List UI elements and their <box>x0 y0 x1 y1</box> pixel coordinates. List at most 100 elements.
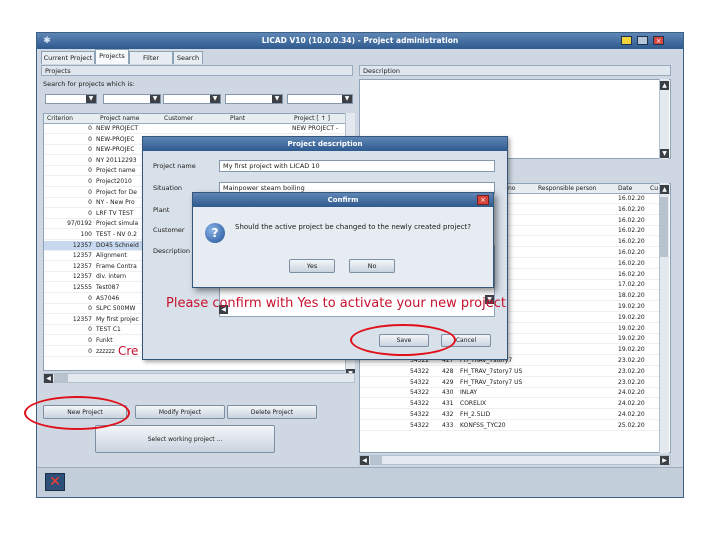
delete-project-button[interactable]: Delete Project <box>227 405 317 419</box>
project-name-field[interactable]: My first project with LICAD 10 <box>219 160 495 172</box>
table-cell: 16.02.20 <box>618 238 645 246</box>
table-cell: 12357 <box>72 252 92 260</box>
column-header[interactable]: Customer <box>164 114 204 124</box>
table-row[interactable]: 54322 430 INLAY 24.02.20 <box>360 388 670 399</box>
filter-combo-4[interactable]: ▼ <box>225 94 283 104</box>
table-cell: 0 <box>88 294 92 302</box>
scroll-up-icon[interactable]: ▲ <box>660 185 669 194</box>
minimize-button[interactable] <box>621 36 632 45</box>
tab-search[interactable]: Search <box>173 51 203 64</box>
table-cell: NEW PROJECT <box>96 125 139 132</box>
table-cell: 17.02.20 <box>618 281 645 289</box>
table-cell: 0 <box>88 167 92 175</box>
table-cell: 54322 <box>410 400 430 408</box>
save-highlight-ring <box>350 324 456 356</box>
confirm-annotation: Please confirm with Yes to activate your… <box>166 296 506 311</box>
description-label: Description <box>153 247 191 255</box>
project-name-label: Project name <box>153 162 196 170</box>
close-icon[interactable]: × <box>477 195 489 205</box>
table-cell: 0 <box>88 135 92 143</box>
scroll-thumb[interactable] <box>660 197 668 257</box>
chevron-down-icon: ▼ <box>342 95 352 103</box>
scroll-left-icon[interactable]: ◀ <box>44 374 53 383</box>
table-cell: 0 <box>88 337 92 344</box>
table-cell: 0 <box>88 125 92 132</box>
description-scrollbar[interactable]: ▲ ▼ <box>659 79 669 159</box>
table-cell: CORELIX <box>460 400 487 408</box>
table-cell: 54322 <box>410 389 430 397</box>
table-cell: 54322 <box>410 367 430 375</box>
table-cell: 12357 <box>72 315 92 323</box>
table-cell: 12357 <box>72 241 92 249</box>
scroll-left-icon[interactable]: ◀ <box>360 456 369 465</box>
table-cell: 97/0192 <box>67 220 92 228</box>
no-button[interactable]: No <box>349 259 395 273</box>
table-cell: 12357 <box>72 262 92 270</box>
description-panel-header: Description <box>359 65 671 76</box>
table-cell: 19.02.20 <box>618 303 645 310</box>
table-cell: 0 <box>88 326 92 334</box>
table-row[interactable]: 0 NEW PROJECT NEW PROJECT - <box>44 124 354 134</box>
projects-panel-header: Projects <box>41 65 353 76</box>
question-icon: ? <box>205 223 225 243</box>
table-cell: 0 <box>88 347 92 355</box>
table-row[interactable]: 54322 433 KONFSS_TYC20 25.02.20 <box>360 421 670 431</box>
chevron-down-icon: ▼ <box>150 95 160 103</box>
yes-button[interactable]: Yes <box>289 259 335 273</box>
table-cell: 12555 <box>72 284 92 291</box>
table-cell: 16.02.20 <box>618 216 645 224</box>
bottom-bar <box>37 467 683 497</box>
scroll-thumb[interactable] <box>370 456 382 464</box>
column-header[interactable]: no <box>508 184 528 194</box>
table-row[interactable]: 54322 429 FH_TRAV_7story7 US 23.02.20 <box>360 378 670 388</box>
exit-icon[interactable]: ✕ <box>45 473 65 491</box>
new-project-highlight-ring <box>24 396 130 430</box>
column-header[interactable]: Date <box>618 184 648 194</box>
table-cell: 428 <box>442 367 454 375</box>
customer-label: Customer <box>153 226 185 234</box>
table-cell: 24.02.20 <box>618 400 645 408</box>
create-annotation: Cre <box>118 344 139 358</box>
maximize-button[interactable] <box>637 36 648 45</box>
table-cell: 54322 <box>410 421 430 429</box>
tab-projects[interactable]: Projects <box>95 49 129 64</box>
table-cell: 100 <box>80 231 92 238</box>
details-grid-scrollbar[interactable]: ▲ <box>659 183 669 453</box>
plant-label: Plant <box>153 206 170 214</box>
filter-combo-1[interactable]: ▼ <box>45 94 97 104</box>
table-cell: 19.02.20 <box>618 335 645 343</box>
confirm-dialog: Confirm × ? Should the active project be… <box>192 192 494 288</box>
window-title: LICAD V10 (10.0.0.34) - Project administ… <box>37 33 683 49</box>
table-row[interactable]: 54322 431 CORELIX 24.02.20 <box>360 399 670 410</box>
tab-filter-options[interactable]: Filter options <box>129 51 173 74</box>
table-cell: 430 <box>442 389 454 397</box>
scroll-right-icon[interactable]: ▶ <box>660 456 669 465</box>
column-header[interactable]: Plant <box>230 114 270 124</box>
table-cell: 431 <box>442 400 454 408</box>
scroll-down-icon[interactable]: ▼ <box>660 149 669 158</box>
projects-grid-hscrollbar[interactable]: ◀ <box>43 373 355 383</box>
filter-combo-2[interactable]: ▼ <box>103 94 161 104</box>
column-header[interactable]: Responsible person <box>538 184 608 194</box>
table-cell: 16.02.20 <box>618 249 645 256</box>
table-cell: 54322 <box>410 378 430 386</box>
close-icon[interactable]: × <box>653 36 664 45</box>
select-working-project-button[interactable]: Select working project ... <box>95 425 275 453</box>
filter-combo-5[interactable]: ▼ <box>287 94 353 104</box>
table-row[interactable]: 54322 428 FH_TRAV_7story7 US 23.02.20 <box>360 367 670 377</box>
column-header[interactable]: Project [ ↑ ] <box>294 114 349 124</box>
table-row[interactable]: 54322 432 FH_2.5LID 24.02.20 <box>360 410 670 420</box>
column-header[interactable]: Project name <box>100 114 140 124</box>
chevron-down-icon: ▼ <box>210 95 220 103</box>
table-cell: 18.02.20 <box>618 292 645 300</box>
table-cell: 23.02.20 <box>618 357 645 364</box>
filter-combo-3[interactable]: ▼ <box>163 94 221 104</box>
details-grid-hscrollbar[interactable]: ◀ ▶ <box>359 455 671 465</box>
tab-current-project[interactable]: Current Project <box>41 51 95 64</box>
column-header[interactable]: Criterion <box>47 114 81 124</box>
scroll-thumb[interactable] <box>54 374 68 382</box>
table-cell: 0 <box>88 209 92 217</box>
modify-project-button[interactable]: Modify Project <box>135 405 225 419</box>
scroll-up-icon[interactable]: ▲ <box>660 81 669 90</box>
table-cell: KONFSS_TYC20 <box>460 421 506 429</box>
